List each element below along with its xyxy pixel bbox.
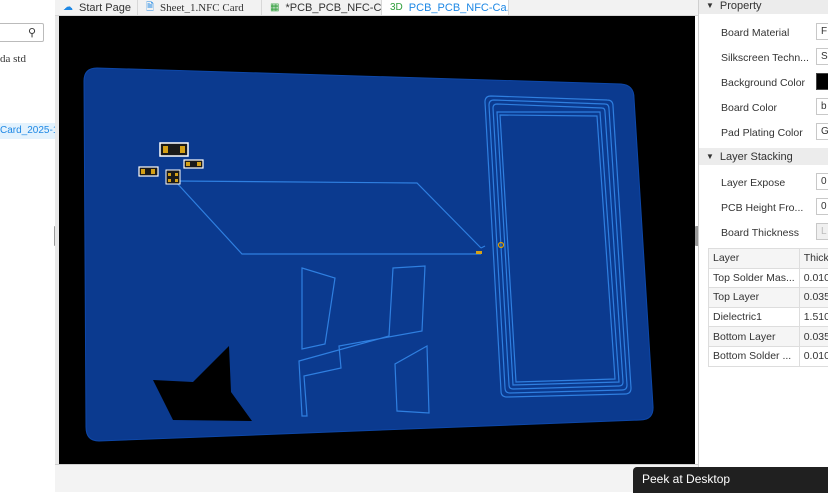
thickness-cell[interactable]: 0.035: [799, 288, 828, 308]
pad-plating-color-field[interactable]: G: [816, 123, 828, 140]
property-label: Silkscreen Techn...: [721, 52, 809, 64]
thickness-cell[interactable]: 0.010: [799, 268, 828, 288]
table-row[interactable]: Top Solder Mas... 0.010: [709, 268, 828, 288]
left-panel: ⚲ da std Card_2025-11-: [0, 0, 56, 491]
property-label: Pad Plating Color: [721, 127, 803, 139]
search-input[interactable]: [0, 23, 44, 42]
pcb-height-field[interactable]: 0: [816, 198, 828, 215]
tab-label: Start Page: [79, 2, 131, 14]
pcb-render: [59, 16, 695, 464]
table-row[interactable]: Dielectric1 1.510: [709, 307, 828, 327]
layer-name-cell: Top Layer: [709, 288, 800, 308]
tab-3d-view[interactable]: 3D PCB_PCB_NFC-Ca...: [382, 0, 509, 15]
document-icon: 🗎: [146, 3, 154, 13]
tab-pcb[interactable]: ▦ *PCB_PCB_NFC-C...: [262, 0, 382, 15]
property-label: Board Material: [721, 27, 789, 39]
board-thickness-field: L: [816, 223, 828, 240]
board-color-field[interactable]: b: [816, 98, 828, 115]
table-row[interactable]: Bottom Solder ... 0.010: [709, 346, 828, 366]
antenna-pad: [476, 251, 482, 254]
property-label: Background Color: [721, 77, 805, 89]
thickness-cell[interactable]: 0.010: [799, 346, 828, 366]
table-header-row: Layer Thickne: [709, 249, 828, 269]
property-label: Board Thickness: [721, 227, 799, 239]
thickness-cell[interactable]: 0.035: [799, 327, 828, 347]
pcb-icon: ▦: [270, 3, 279, 13]
section-title: Property: [720, 0, 762, 12]
tab-label: *PCB_PCB_NFC-C...: [285, 2, 382, 14]
board-material-field[interactable]: F: [816, 23, 828, 40]
status-area: [55, 464, 698, 492]
tab-schematic[interactable]: 🗎 Sheet_1.NFC Card: [138, 0, 262, 15]
tab-label: PCB_PCB_NFC-Ca...: [409, 2, 509, 14]
property-label: Layer Expose: [721, 177, 785, 189]
column-header-thickness: Thickne: [799, 249, 828, 269]
tab-start-page[interactable]: ☁ Start Page: [55, 0, 138, 15]
3d-viewport[interactable]: [59, 16, 695, 464]
layer-name-cell: Bottom Solder ...: [709, 346, 800, 366]
property-label: Board Color: [721, 102, 777, 114]
peek-at-desktop-button[interactable]: Peek at Desktop: [633, 467, 828, 493]
search-icon[interactable]: ⚲: [28, 26, 36, 39]
cloud-icon: ☁: [63, 3, 73, 13]
layer-stacking-section-header[interactable]: ▼ Layer Stacking: [699, 148, 828, 165]
layer-expose-field[interactable]: 0: [816, 173, 828, 190]
property-panel: ▼ Property Board Material F Silkscreen T…: [698, 0, 828, 491]
background-color-swatch[interactable]: [816, 73, 828, 90]
table-row[interactable]: Bottom Layer 0.035: [709, 327, 828, 347]
property-section-header[interactable]: ▼ Property: [699, 0, 828, 14]
section-title: Layer Stacking: [720, 151, 793, 163]
column-header-layer: Layer: [709, 249, 800, 269]
layer-name-cell: Bottom Layer: [709, 327, 800, 347]
tab-label: Sheet_1.NFC Card: [160, 2, 244, 14]
chevron-down-icon: ▼: [706, 1, 714, 10]
table-row[interactable]: Top Layer 0.035: [709, 288, 828, 308]
3d-icon: 3D: [390, 3, 403, 13]
property-label: PCB Height Fro...: [721, 202, 803, 214]
layer-name-cell: Dielectric1: [709, 307, 800, 327]
layer-stack-table: Layer Thickne Top Solder Mas... 0.010 To…: [708, 248, 828, 367]
silkscreen-tech-field[interactable]: S: [816, 48, 828, 65]
library-item[interactable]: da std: [0, 53, 26, 65]
thickness-cell[interactable]: 1.510: [799, 307, 828, 327]
document-tabs: ☁ Start Page 🗎 Sheet_1.NFC Card ▦ *PCB_P…: [55, 0, 698, 16]
chevron-down-icon: ▼: [706, 152, 714, 161]
layer-name-cell: Top Solder Mas...: [709, 268, 800, 288]
file-tree-item[interactable]: Card_2025-11-: [0, 123, 55, 139]
